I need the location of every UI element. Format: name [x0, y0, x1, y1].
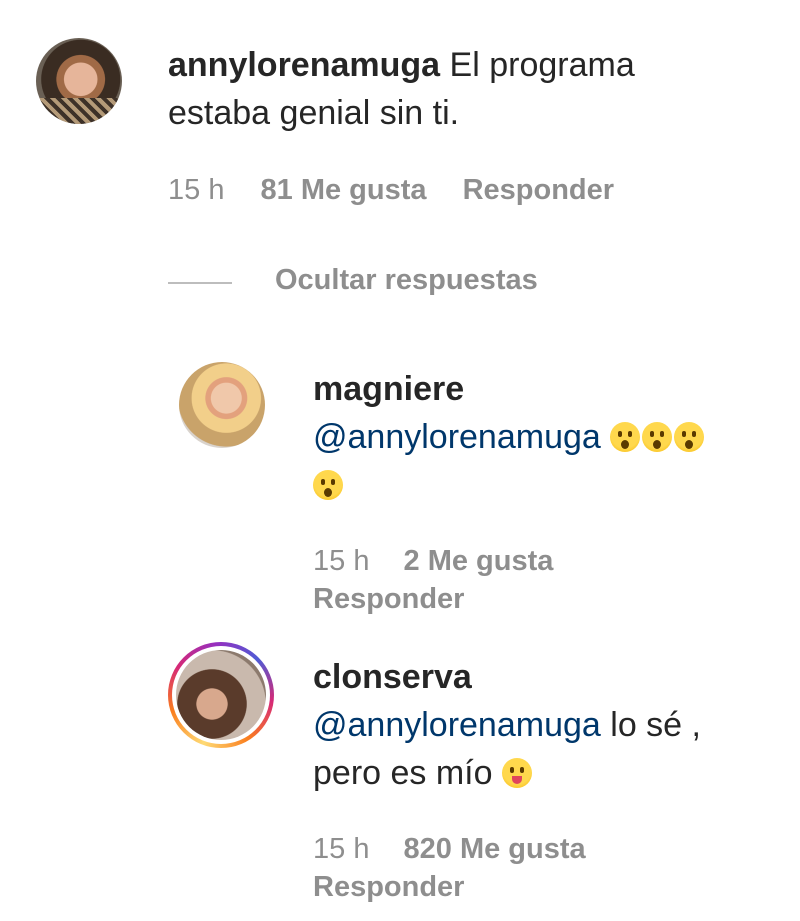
reply-1-likes[interactable]: 2 Me gusta: [404, 545, 554, 577]
replies-divider: [168, 282, 232, 284]
avatar-annylorenamuga[interactable]: [36, 38, 122, 124]
reply-1-meta: 15 h 2 Me gusta Responder: [313, 542, 553, 618]
reply-2-mention[interactable]: @annylorenamuga: [313, 706, 601, 744]
astonished-face-icon: [313, 466, 345, 504]
comment-meta: 15 h 81 Me gusta Responder: [168, 171, 614, 209]
astonished-face-icon: [610, 418, 706, 456]
reply-2-meta: 15 h 820 Me gusta Responder: [313, 830, 586, 906]
hide-replies-label: Ocultar respuestas: [275, 264, 538, 296]
avatar-clonserva[interactable]: [176, 650, 266, 740]
reply-2-text-line2: pero es mío: [313, 754, 502, 792]
reply-1-time[interactable]: 15 h: [313, 545, 369, 577]
comment-time[interactable]: 15 h: [168, 174, 224, 206]
reply-2-likes[interactable]: 820 Me gusta: [404, 833, 586, 865]
reply-2-reply-button[interactable]: Responder: [313, 871, 464, 903]
comment-reply-button[interactable]: Responder: [463, 174, 614, 206]
winking-face-with-tongue-icon: [501, 754, 534, 792]
comment-likes[interactable]: 81 Me gusta: [261, 174, 427, 206]
reply-2-body: clonserva @annylorenamuga lo sé , pero e…: [313, 653, 701, 797]
reply-2-text-line1: lo sé ,: [600, 706, 701, 744]
comment-text-line2: estaba genial sin ti.: [168, 94, 460, 132]
story-ring[interactable]: [168, 642, 274, 748]
comment-text-line1: El programa: [449, 46, 635, 84]
reply-1-username[interactable]: magniere: [313, 370, 464, 408]
reply-2-username[interactable]: clonserva: [313, 658, 472, 696]
reply-1-mention[interactable]: @annylorenamuga: [313, 418, 601, 456]
reply-2-time[interactable]: 15 h: [313, 833, 369, 865]
avatar-magniere[interactable]: [179, 362, 265, 448]
comment-body: annylorenamuga El programa estaba genial…: [168, 41, 635, 137]
comment-username[interactable]: annylorenamuga: [168, 46, 440, 84]
reply-1-body: magniere @annylorenamuga: [313, 365, 706, 509]
reply-1-reply-button[interactable]: Responder: [313, 583, 464, 615]
hide-replies-button[interactable]: Ocultar respuestas: [275, 261, 538, 299]
